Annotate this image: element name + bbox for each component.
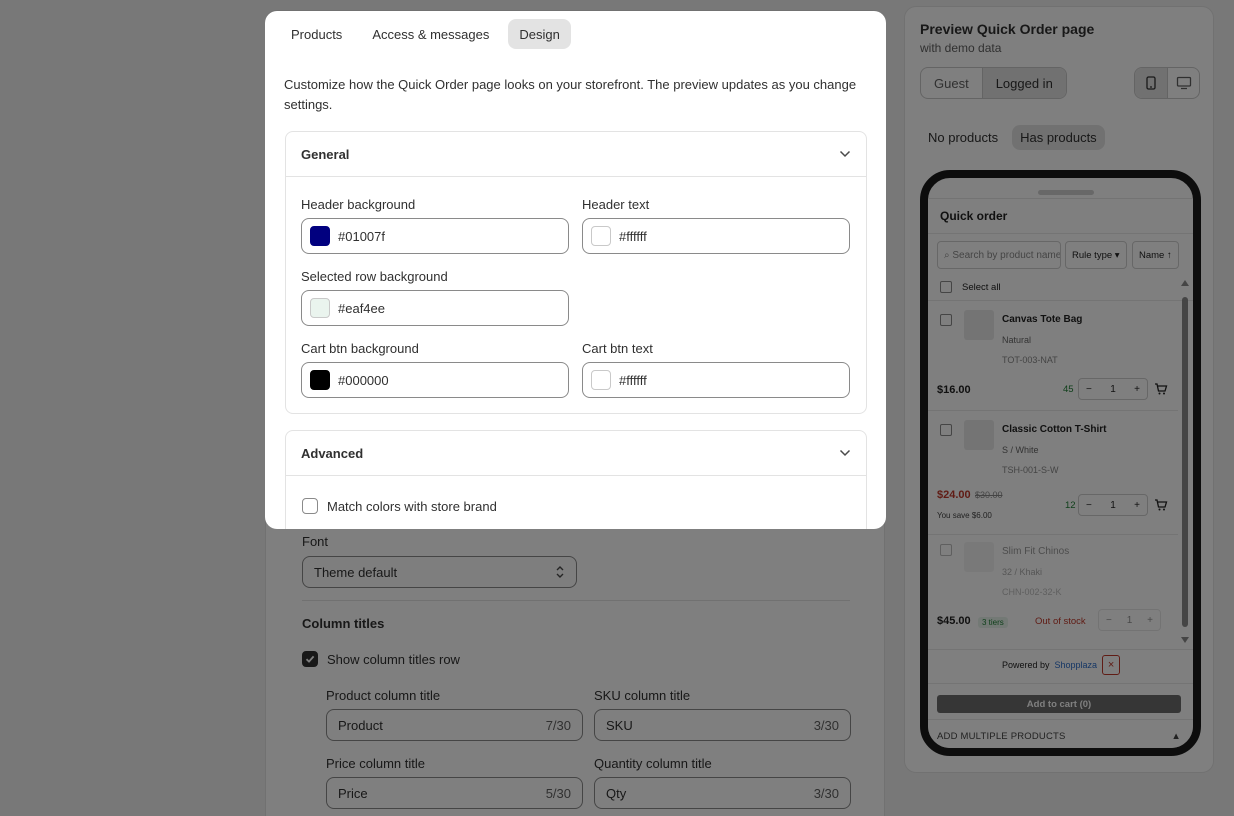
header-bg-input[interactable]: #01007f (301, 218, 569, 254)
chevron-down-icon (839, 150, 851, 158)
header-bg-label: Header background (301, 197, 416, 212)
advanced-section-header[interactable]: Advanced (286, 431, 866, 476)
selected-row-input[interactable]: #eaf4ee (301, 290, 569, 326)
tab-design[interactable]: Design (508, 19, 571, 49)
match-colors-label: Match colors with store brand (327, 498, 497, 514)
header-bg-swatch[interactable] (310, 226, 330, 246)
cart-text-swatch[interactable] (591, 370, 611, 390)
design-modal: Products Access & messages Design Custom… (265, 11, 886, 529)
cart-text-value: #ffffff (619, 372, 647, 388)
tab-products[interactable]: Products (280, 19, 353, 49)
tab-access-messages[interactable]: Access & messages (361, 19, 500, 49)
design-intro-text: Customize how the Quick Order page looks… (284, 77, 857, 112)
advanced-section-title: Advanced (301, 445, 364, 461)
general-section-header[interactable]: General (286, 132, 866, 177)
cart-bg-value: #000000 (338, 372, 389, 388)
modal-tabs: Products Access & messages Design (280, 19, 571, 49)
cart-bg-swatch[interactable] (310, 370, 330, 390)
header-text-label: Header text (582, 197, 650, 212)
header-text-input[interactable]: #ffffff (582, 218, 850, 254)
chevron-down-icon (839, 449, 851, 457)
header-text-value: #ffffff (619, 228, 647, 244)
advanced-section: Advanced Match colors with store brand (285, 430, 867, 529)
selected-row-value: #eaf4ee (338, 300, 385, 316)
cart-text-input[interactable]: #ffffff (582, 362, 850, 398)
match-colors-checkbox[interactable] (302, 498, 318, 514)
header-bg-value: #01007f (338, 228, 385, 244)
cart-bg-input[interactable]: #000000 (301, 362, 569, 398)
general-section: General Header background #01007f Header… (285, 131, 867, 414)
match-colors-row[interactable]: Match colors with store brand (302, 498, 497, 514)
selected-row-swatch[interactable] (310, 298, 330, 318)
cart-bg-label: Cart btn background (301, 341, 419, 356)
cart-text-label: Cart btn text (582, 341, 653, 356)
general-section-title: General (301, 146, 350, 162)
header-text-swatch[interactable] (591, 226, 611, 246)
selected-row-label: Selected row background (301, 269, 448, 284)
